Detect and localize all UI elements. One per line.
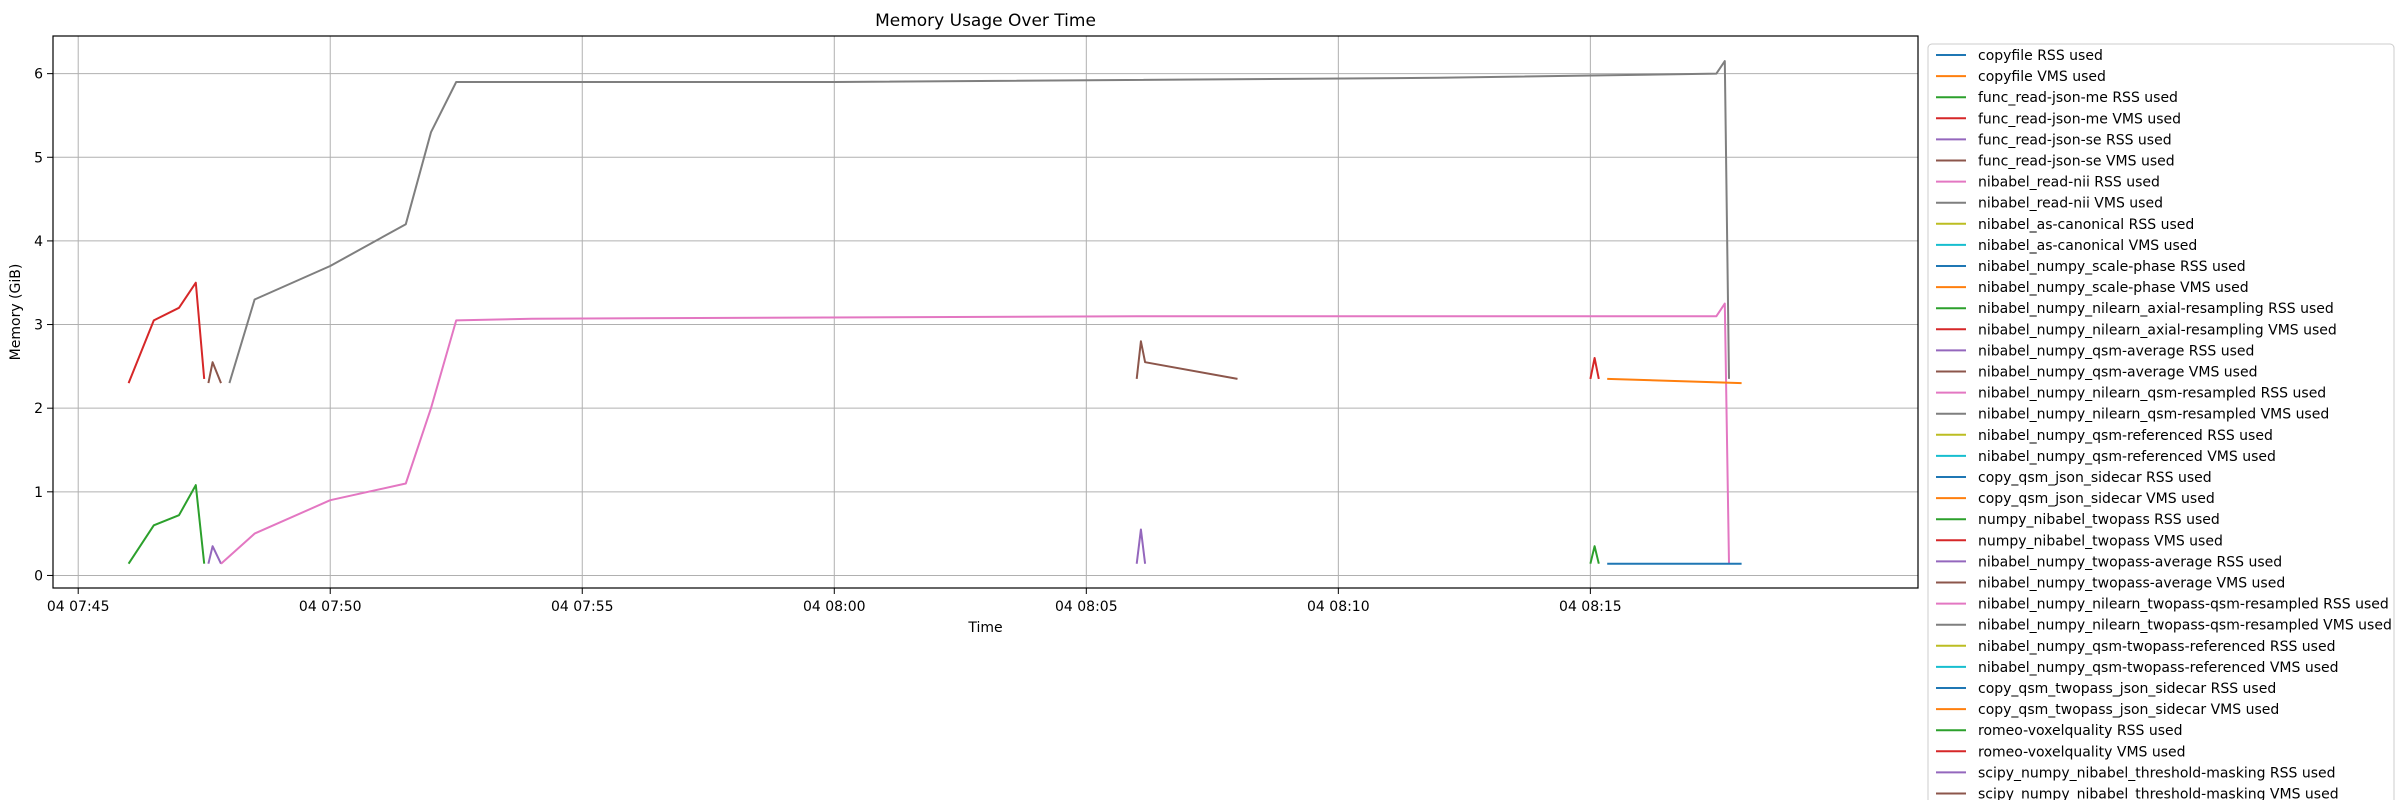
legend-label: nibabel_numpy_nilearn_qsm-resampled RSS … bbox=[1978, 386, 2326, 402]
legend-label: romeo-voxelquality VMS used bbox=[1978, 744, 2186, 760]
legend-label: nibabel_numpy_qsm-referenced RSS used bbox=[1978, 428, 2273, 444]
axes-frame bbox=[52, 35, 1919, 589]
legend-label: nibabel_read-nii RSS used bbox=[1978, 175, 2160, 191]
legend-label: func_read-json-se VMS used bbox=[1978, 154, 2175, 170]
legend-label: nibabel_numpy_nilearn_twopass-qsm-resamp… bbox=[1978, 618, 2392, 634]
x-tick-label: 04 08:05 bbox=[1055, 599, 1118, 615]
legend-label: nibabel_numpy_nilearn_axial-resampling R… bbox=[1978, 301, 2334, 317]
legend-label: nibabel_numpy_qsm-average VMS used bbox=[1978, 365, 2257, 381]
y-tick-label: 3 bbox=[34, 318, 43, 334]
legend-label: copyfile RSS used bbox=[1978, 48, 2103, 64]
legend-label: nibabel_as-canonical RSS used bbox=[1978, 217, 2194, 233]
chart-title: Memory Usage Over Time bbox=[875, 11, 1096, 31]
legend-label: nibabel_numpy_qsm-referenced VMS used bbox=[1978, 449, 2276, 465]
series-line bbox=[127, 281, 206, 384]
legend-label: nibabel_numpy_qsm-twopass-referenced RSS… bbox=[1978, 639, 2335, 655]
legend-label: nibabel_numpy_scale-phase VMS used bbox=[1978, 280, 2249, 296]
legend-label: numpy_nibabel_twopass RSS used bbox=[1978, 512, 2220, 528]
series-line bbox=[127, 484, 206, 565]
legend-label: nibabel_numpy_nilearn_twopass-qsm-resamp… bbox=[1978, 597, 2389, 613]
legend-label: nibabel_numpy_scale-phase RSS used bbox=[1978, 259, 2246, 275]
legend-label: numpy_nibabel_twopass VMS used bbox=[1978, 533, 2223, 549]
legend-label: copyfile VMS used bbox=[1978, 69, 2106, 85]
series-line bbox=[207, 545, 222, 565]
legend-label: romeo-voxelquality RSS used bbox=[1978, 723, 2183, 739]
y-tick-label: 6 bbox=[34, 67, 43, 83]
legend-label: nibabel_as-canonical VMS used bbox=[1978, 238, 2197, 254]
legend-label: scipy_numpy_nibabel_threshold-masking RS… bbox=[1978, 765, 2336, 781]
x-tick-label: 04 08:10 bbox=[1307, 599, 1370, 615]
legend-label: copy_qsm_twopass_json_sidecar RSS used bbox=[1978, 681, 2276, 697]
y-tick-label: 0 bbox=[34, 568, 43, 584]
y-axis-label: Memory (GiB) bbox=[8, 264, 24, 361]
legend-label: nibabel_numpy_qsm-twopass-referenced VMS… bbox=[1978, 660, 2339, 676]
legend-label: nibabel_numpy_twopass-average RSS used bbox=[1978, 554, 2282, 570]
legend-label: func_read-json-me RSS used bbox=[1978, 90, 2178, 106]
series-line bbox=[1589, 357, 1600, 380]
memory-usage-chart: 04 07:45 04 07:50 04 07:55 04 08:00 04 08:05… bbox=[8, 11, 2395, 800]
legend-label: copy_qsm_twopass_json_sidecar VMS used bbox=[1978, 702, 2279, 718]
x-tick-label: 04 07:45 bbox=[47, 599, 110, 615]
series-line bbox=[220, 302, 1730, 565]
series-line bbox=[1135, 340, 1238, 380]
x-tick-label: 04 07:50 bbox=[299, 599, 362, 615]
legend-label: nibabel_numpy_nilearn_axial-resampling V… bbox=[1978, 322, 2337, 338]
legend-label: scipy_numpy_nibabel_threshold-masking VM… bbox=[1978, 787, 2339, 800]
legend-label: nibabel_numpy_qsm-average RSS used bbox=[1978, 343, 2254, 359]
x-tick-label: 04 08:00 bbox=[803, 599, 866, 615]
series-line bbox=[207, 361, 222, 384]
series-line bbox=[228, 60, 1730, 384]
legend-label: func_read-json-se RSS used bbox=[1978, 132, 2172, 148]
y-tick-label: 1 bbox=[34, 485, 43, 501]
series-line bbox=[1135, 528, 1147, 564]
legend-label: nibabel_numpy_nilearn_qsm-resampled VMS … bbox=[1978, 407, 2329, 423]
y-tick-label: 2 bbox=[34, 401, 43, 417]
y-tick-label: 5 bbox=[34, 150, 43, 166]
legend-label: copy_qsm_json_sidecar VMS used bbox=[1978, 491, 2215, 507]
series-line bbox=[1589, 545, 1600, 564]
series-line bbox=[1607, 377, 1742, 385]
legend-label: func_read-json-me VMS used bbox=[1978, 111, 2181, 127]
legend-label: nibabel_read-nii VMS used bbox=[1978, 196, 2163, 212]
legend-label: copy_qsm_json_sidecar RSS used bbox=[1978, 470, 2212, 486]
y-tick-label: 4 bbox=[34, 234, 43, 250]
x-tick-label: 04 08:15 bbox=[1559, 599, 1622, 615]
x-tick-label: 04 07:55 bbox=[551, 599, 614, 615]
x-axis-label: Time bbox=[967, 620, 1002, 636]
legend-label: nibabel_numpy_twopass-average VMS used bbox=[1978, 576, 2285, 592]
